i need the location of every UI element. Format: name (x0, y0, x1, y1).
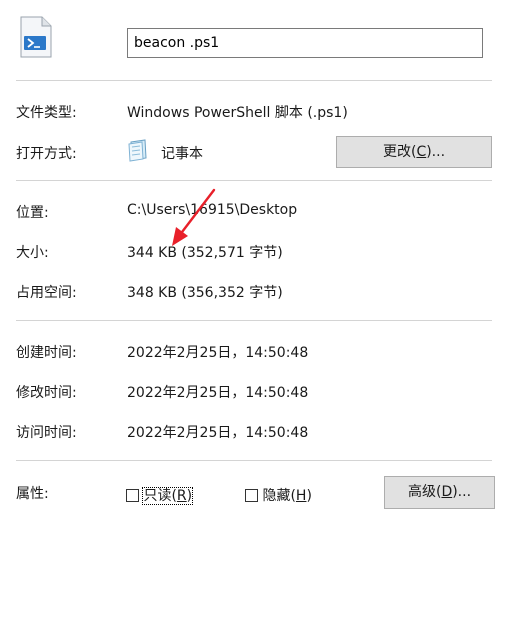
advanced-button-hotkey: D (441, 484, 453, 500)
hidden-suffix: ) (306, 488, 312, 504)
location-label: 位置: (16, 205, 49, 221)
advanced-button-label: 高级( (407, 484, 442, 500)
change-button-hotkey: C (416, 144, 427, 160)
size-on-disk-label: 占用空间: (16, 285, 77, 301)
modified-label: 修改时间: (16, 385, 77, 401)
divider (16, 80, 492, 81)
hidden-checkbox-box[interactable] (245, 489, 258, 502)
readonly-hotkey: R (176, 488, 187, 504)
attributes-label: 属性: (16, 486, 49, 502)
created-value: 2022年2月25日，14:50:48 (127, 345, 309, 361)
file-name-input[interactable] (127, 28, 483, 58)
annotation-arrow (172, 188, 216, 246)
hidden-hotkey: H (295, 488, 307, 504)
change-button-suffix: )... (426, 144, 446, 160)
divider (16, 320, 492, 321)
size-on-disk-value: 348 KB (356,352 字节) (127, 285, 283, 301)
hidden-checkbox[interactable]: 隐藏(H) (245, 485, 312, 505)
readonly-text: 只读( (143, 488, 177, 504)
opens-with-app-name: 记事本 (161, 146, 203, 162)
file-type-label: 文件类型: (16, 105, 77, 121)
accessed-label: 访问时间: (16, 425, 77, 441)
change-button-label: 更改( (382, 144, 417, 160)
hidden-checkbox-label[interactable]: 隐藏(H) (262, 488, 311, 504)
opens-with-label: 打开方式: (16, 146, 77, 162)
file-type-value: Windows PowerShell 脚本 (.ps1) (127, 105, 348, 121)
change-button[interactable]: 更改(C)... (336, 136, 492, 168)
powershell-script-icon (20, 16, 52, 58)
size-label: 大小: (16, 245, 49, 261)
divider (16, 180, 492, 181)
readonly-suffix: ) (186, 488, 193, 504)
created-label: 创建时间: (16, 345, 77, 361)
modified-value: 2022年2月25日，14:50:48 (127, 385, 309, 401)
advanced-button[interactable]: 高级(D)... (384, 476, 495, 509)
readonly-checkbox-label[interactable]: 只读(R) (142, 487, 194, 505)
readonly-checkbox[interactable]: 只读(R) (126, 485, 194, 505)
hidden-text: 隐藏( (262, 488, 296, 504)
divider (16, 460, 492, 461)
notepad-icon (127, 138, 149, 162)
accessed-value: 2022年2月25日，14:50:48 (127, 425, 309, 441)
advanced-button-suffix: )... (452, 484, 472, 500)
readonly-checkbox-box[interactable] (126, 489, 139, 502)
